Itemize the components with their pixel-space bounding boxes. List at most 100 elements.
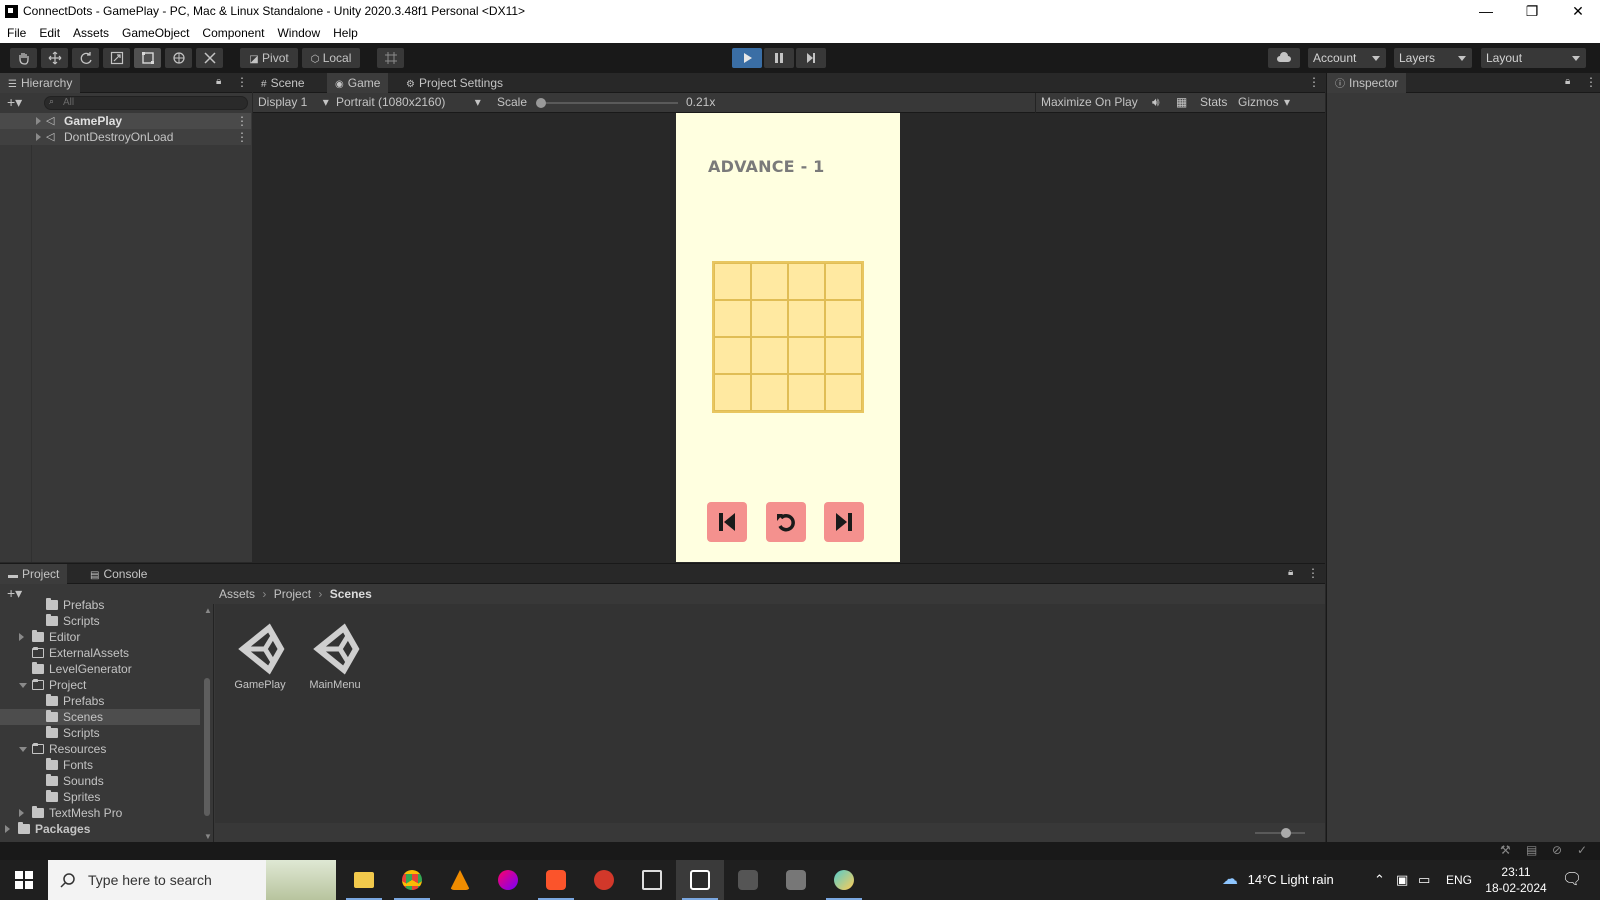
grid-cell[interactable] bbox=[714, 374, 751, 411]
kebab-menu-icon[interactable]: ⋮ bbox=[236, 75, 248, 89]
grid-cell[interactable] bbox=[751, 337, 788, 374]
mute-audio-icon[interactable]: 🔊︎ bbox=[1152, 95, 1160, 110]
breadcrumb-assets[interactable]: Assets bbox=[219, 587, 255, 601]
tree-item[interactable]: ExternalAssets bbox=[0, 645, 200, 661]
taskbar-chrome[interactable] bbox=[388, 860, 436, 900]
grid-cell[interactable] bbox=[788, 263, 825, 300]
grid-cell[interactable] bbox=[751, 263, 788, 300]
tree-item[interactable]: TextMesh Pro bbox=[0, 805, 200, 821]
show-hidden-icons[interactable]: ⌃ bbox=[1374, 860, 1385, 900]
restore-button[interactable]: ❐ bbox=[1509, 0, 1555, 23]
expand-arrow-icon[interactable] bbox=[19, 809, 24, 817]
menu-edit[interactable]: Edit bbox=[39, 26, 60, 40]
grid-cell[interactable] bbox=[825, 337, 862, 374]
taskbar-unity-2[interactable] bbox=[724, 860, 772, 900]
grid-cell[interactable] bbox=[825, 374, 862, 411]
scene-menu-icon[interactable]: ⋮ bbox=[236, 129, 248, 145]
tab-game[interactable]: ◉ Game bbox=[327, 73, 389, 93]
grid-snap-button[interactable] bbox=[377, 48, 404, 68]
menu-window[interactable]: Window bbox=[277, 26, 320, 40]
device-icon[interactable]: ▣ bbox=[1396, 860, 1408, 900]
menu-file[interactable]: File bbox=[7, 26, 26, 40]
grid-cell[interactable] bbox=[714, 337, 751, 374]
collapse-arrow-icon[interactable] bbox=[19, 683, 27, 688]
scale-tool-button[interactable] bbox=[103, 48, 130, 68]
grid-cell[interactable] bbox=[788, 337, 825, 374]
tree-scrollbar[interactable]: ▲ ▼ bbox=[203, 606, 212, 841]
gizmos-caret-icon[interactable]: ▾ bbox=[1284, 95, 1290, 109]
menu-gameobject[interactable]: GameObject bbox=[122, 26, 189, 40]
breadcrumb-project[interactable]: Project bbox=[274, 587, 311, 601]
account-dropdown[interactable]: Account bbox=[1308, 48, 1386, 68]
tree-item[interactable]: Sprites bbox=[0, 789, 200, 805]
tree-item[interactable]: Project bbox=[0, 677, 200, 693]
scroll-down-icon[interactable]: ▼ bbox=[204, 832, 212, 841]
kebab-menu-icon[interactable]: ⋮ bbox=[1308, 75, 1320, 89]
tab-console[interactable]: ▤ Console bbox=[82, 564, 155, 584]
resolution-dropdown[interactable]: Portrait (1080x2160) ▾ bbox=[336, 95, 481, 109]
taskbar-app-purple[interactable] bbox=[484, 860, 532, 900]
menu-help[interactable]: Help bbox=[333, 26, 358, 40]
lock-icon[interactable]: 🔒︎ bbox=[216, 76, 221, 87]
step-button[interactable] bbox=[796, 48, 826, 68]
pause-button[interactable] bbox=[764, 48, 794, 68]
close-button[interactable]: ✕ bbox=[1555, 0, 1600, 23]
collapse-arrow-icon[interactable] bbox=[19, 747, 27, 752]
move-tool-button[interactable] bbox=[41, 48, 68, 68]
tree-scrollbar-thumb[interactable] bbox=[204, 678, 210, 816]
taskbar-vlc[interactable] bbox=[436, 860, 484, 900]
local-toggle[interactable]: ⬡ Local bbox=[302, 48, 360, 68]
hierarchy-scene-gameplay[interactable]: ◁ GamePlay ⋮ bbox=[0, 113, 251, 129]
rotate-tool-button[interactable] bbox=[72, 48, 99, 68]
icon-size-slider[interactable] bbox=[1255, 828, 1305, 838]
dots-grid[interactable] bbox=[712, 261, 864, 413]
previous-level-button[interactable] bbox=[707, 502, 747, 542]
tree-item[interactable]: Sounds bbox=[0, 773, 200, 789]
asset-mainmenu-scene[interactable]: MainMenu bbox=[305, 622, 365, 691]
tree-item[interactable]: Prefabs bbox=[0, 693, 200, 709]
display-dropdown[interactable]: Display 1 ▾ bbox=[258, 95, 329, 109]
vsync-icon[interactable]: ▦ bbox=[1176, 95, 1187, 109]
grid-cell[interactable] bbox=[788, 374, 825, 411]
auto-generate-icon[interactable]: ⊘ bbox=[1552, 843, 1562, 857]
taskbar-brave[interactable] bbox=[532, 860, 580, 900]
grid-cell[interactable] bbox=[714, 300, 751, 337]
grid-cell[interactable] bbox=[751, 300, 788, 337]
tab-inspector[interactable]: ⓘ Inspector bbox=[1327, 73, 1407, 93]
breadcrumb-scenes[interactable]: Scenes bbox=[330, 587, 372, 601]
progress-check-icon[interactable]: ✓ bbox=[1577, 843, 1587, 857]
asset-gameplay-scene[interactable]: GamePlay bbox=[230, 622, 290, 691]
layers-dropdown[interactable]: Layers bbox=[1394, 48, 1472, 68]
tree-item[interactable]: Packages bbox=[0, 821, 200, 837]
game-screen[interactable]: ADVANCE - 1 bbox=[676, 113, 900, 562]
tree-item[interactable]: Scenes bbox=[0, 709, 200, 725]
transform-tool-button[interactable] bbox=[165, 48, 192, 68]
notifications-icon[interactable]: 🗨︎ bbox=[1562, 860, 1582, 900]
lock-icon[interactable]: 🔒︎ bbox=[1288, 567, 1293, 578]
hierarchy-search-input[interactable]: ⌕ All bbox=[44, 96, 248, 110]
grid-cell[interactable] bbox=[714, 263, 751, 300]
tree-item[interactable]: Scripts bbox=[0, 725, 200, 741]
taskbar-search-box[interactable]: Type here to search bbox=[48, 860, 336, 900]
game-canvas[interactable]: ADVANCE - 1 bbox=[253, 113, 1325, 562]
start-button[interactable] bbox=[0, 860, 48, 900]
grid-cell[interactable] bbox=[751, 374, 788, 411]
cloud-button[interactable] bbox=[1268, 48, 1300, 68]
expand-arrow-icon[interactable] bbox=[5, 825, 10, 833]
tree-item[interactable]: Fonts bbox=[0, 757, 200, 773]
network-icon[interactable]: ▭ bbox=[1418, 860, 1430, 900]
grid-cell[interactable] bbox=[825, 300, 862, 337]
taskbar-paint[interactable] bbox=[820, 860, 868, 900]
tab-scene[interactable]: # Scene bbox=[253, 73, 313, 93]
clock[interactable]: 23:11 18-02-2024 bbox=[1481, 864, 1551, 896]
expand-arrow-icon[interactable] bbox=[36, 117, 41, 125]
cache-server-icon[interactable]: ▤ bbox=[1526, 843, 1537, 857]
kebab-menu-icon[interactable]: ⋮ bbox=[1307, 566, 1319, 580]
rect-tool-button[interactable] bbox=[134, 48, 161, 68]
taskbar-file-explorer[interactable] bbox=[340, 860, 388, 900]
hierarchy-scene-dontdestroy[interactable]: ◁ DontDestroyOnLoad ⋮ bbox=[0, 129, 251, 145]
pivot-toggle[interactable]: ◪ Pivot bbox=[240, 48, 298, 68]
gizmos-toggle[interactable]: Gizmos bbox=[1238, 95, 1279, 109]
maximize-on-play-toggle[interactable]: Maximize On Play bbox=[1041, 95, 1138, 109]
menu-assets[interactable]: Assets bbox=[73, 26, 109, 40]
